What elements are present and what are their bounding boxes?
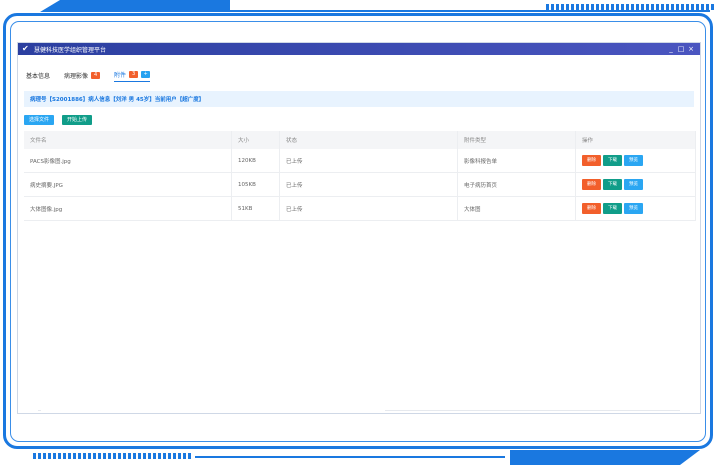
file-size-cell: 105KB: [231, 172, 280, 197]
column-header[interactable]: 附件类型: [457, 131, 576, 149]
file-name-cell: 大体图像.jpg: [24, 196, 232, 221]
frame-decoration: [195, 456, 505, 458]
frame-decoration: [40, 0, 230, 12]
download-button[interactable]: 下载: [603, 203, 622, 214]
column-header[interactable]: 状态: [279, 131, 458, 149]
preview-button[interactable]: 预览: [624, 179, 643, 190]
frame-decoration: [546, 4, 714, 10]
frame-decoration: [33, 453, 193, 459]
tab-attachments[interactable]: 附件 3 +: [114, 70, 151, 82]
tab-label: 附件: [114, 72, 127, 79]
file-size-cell: 120KB: [231, 149, 280, 173]
file-name-cell: PACS影像图.jpg: [24, 149, 232, 173]
table-row[interactable]: 大体图像.jpg 51KB 已上传 大体图 删除 下载 预览: [24, 196, 696, 221]
attachment-table: 文件名 大小 状态 附件类型 操作 PACS影像图.jpg 120KB 已上传 …: [24, 131, 696, 221]
column-header[interactable]: 大小: [231, 131, 280, 149]
close-button[interactable]: ×: [686, 45, 696, 53]
frame-decoration: [510, 450, 700, 465]
column-header: 操作: [575, 131, 696, 149]
column-header[interactable]: 文件名: [24, 131, 232, 149]
download-button[interactable]: 下载: [603, 155, 622, 166]
maximize-button[interactable]: □: [676, 45, 686, 53]
title-bar: ✔ 慧健科技医学组织管理平台 _ □ ×: [18, 43, 700, 55]
download-button[interactable]: 下载: [603, 179, 622, 190]
count-badge: 4: [91, 71, 101, 79]
divider: [385, 410, 680, 411]
attachment-type-cell: 大体图: [457, 196, 576, 221]
frame-decoration: [230, 10, 710, 12]
preview-button[interactable]: 预览: [624, 155, 643, 166]
app-window: ✔ 慧健科技医学组织管理平台 _ □ × 基本信息 病理影像 4 附件 3 + …: [17, 42, 701, 414]
file-size-cell: 51KB: [231, 196, 280, 221]
tab-pathology-images[interactable]: 病理影像 4: [64, 71, 101, 82]
tab-bar: 基本信息 病理影像 4 附件 3 +: [26, 69, 700, 83]
divider: [38, 410, 41, 411]
count-badge: 3: [129, 71, 139, 78]
delete-button[interactable]: 删除: [582, 179, 601, 190]
minimize-button[interactable]: _: [666, 45, 676, 53]
status-cell: 已上传: [279, 149, 458, 173]
delete-button[interactable]: 删除: [582, 155, 601, 166]
actions-cell: 删除 下载 预览: [575, 172, 696, 197]
tab-basic-info[interactable]: 基本信息: [26, 71, 50, 82]
table-row[interactable]: 病史摘要.JPG 105KB 已上传 电子病历首页 删除 下载 预览: [24, 172, 696, 197]
status-cell: 已上传: [279, 196, 458, 221]
actions-cell: 删除 下载 预览: [575, 196, 696, 221]
add-icon[interactable]: +: [141, 71, 151, 78]
patient-info-text: 病理号【S2001886】病人信息【刘洋 男 45岁】当前用户【超广度】: [30, 97, 205, 103]
tab-label: 病理影像: [64, 72, 89, 80]
status-cell: 已上传: [279, 172, 458, 197]
attachment-type-cell: 影像科报告单: [457, 149, 576, 173]
table-header-row: 文件名 大小 状态 附件类型 操作: [24, 131, 696, 149]
upload-toolbar: 选择文件 开始上传: [24, 115, 700, 125]
patient-info-bar: 病理号【S2001886】病人信息【刘洋 男 45岁】当前用户【超广度】: [24, 91, 694, 107]
table-row[interactable]: PACS影像图.jpg 120KB 已上传 影像科报告单 删除 下载 预览: [24, 149, 696, 173]
attachment-type-cell: 电子病历首页: [457, 172, 576, 197]
file-name-cell: 病史摘要.JPG: [24, 172, 232, 197]
select-file-button[interactable]: 选择文件: [24, 115, 55, 125]
delete-button[interactable]: 删除: [582, 203, 601, 214]
start-upload-button[interactable]: 开始上传: [62, 115, 93, 125]
actions-cell: 删除 下载 预览: [575, 149, 696, 173]
preview-button[interactable]: 预览: [624, 203, 643, 214]
tab-label: 基本信息: [26, 72, 51, 80]
window-title: 慧健科技医学组织管理平台: [34, 46, 107, 54]
check-logo-icon: ✔: [22, 44, 29, 53]
